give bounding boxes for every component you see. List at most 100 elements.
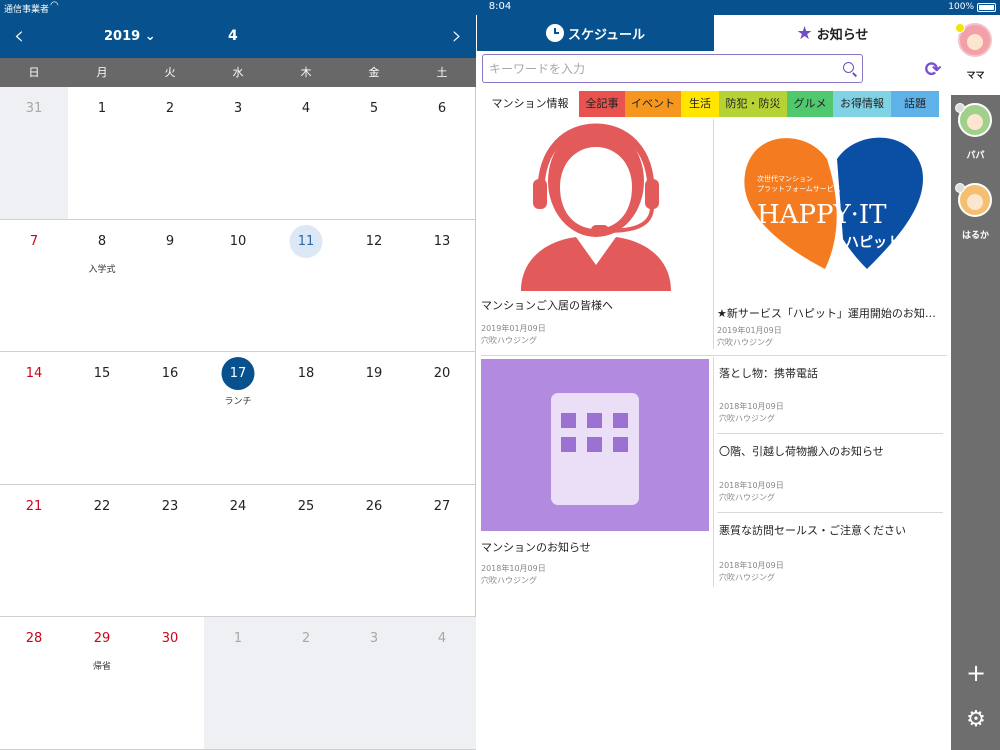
category-tab[interactable]: 防犯・防災 [719,91,787,117]
member-button[interactable]: はるか [951,175,1000,255]
month-label: 4 [228,28,238,44]
calendar-day-cell[interactable]: 27 [408,485,476,617]
day-number: 18 [297,366,315,381]
calendar-day-cell[interactable]: 15 [68,352,136,484]
calendar-day-cell[interactable]: 25 [272,485,340,617]
calendar-day-cell[interactable]: 6 [408,87,476,219]
day-number: 25 [297,498,315,514]
day-number: 15 [93,366,111,381]
member-label: はるか [961,231,989,241]
divider [713,119,714,349]
search-input[interactable] [483,55,823,82]
member-button[interactable]: ママ [951,15,1000,95]
prev-month-chevron-icon[interactable]: ‹ [4,23,34,51]
calendar-day-cell[interactable]: 31 [0,87,68,219]
day-number: 1 [233,631,243,646]
weekday-label: 金 [368,66,380,79]
refresh-icon[interactable]: ⟳ [921,57,945,81]
tab-notice-label: お知らせ [816,27,869,43]
calendar-day-cell[interactable]: 13 [408,220,476,352]
article-title: 悪質な訪問セールス・ご注意ください [719,524,906,537]
article-card[interactable]: 次世代マンション プラットフォームサービス HAPPY·IT ハピット ★新サー… [717,119,947,351]
calendar-day-cell[interactable]: 14 [0,352,68,484]
calendar-day-cell[interactable]: 9 [136,220,204,352]
calendar-day-cell[interactable]: 3 [340,617,408,749]
calendar-day-cell[interactable]: 7 [0,220,68,352]
day-number: 7 [29,233,39,249]
tab-notice[interactable]: ★ お知らせ [714,15,951,51]
year-selector[interactable]: 2019 ⌄ [104,29,156,44]
article-card[interactable]: 〇階、引越し荷物搬入のお知らせ 2018年10月09日 穴吹ハウジング [719,437,945,509]
calendar-week-row: 31 1 2 3 4 5 6 [0,87,476,220]
calendar-day-cell[interactable]: 1 [68,87,136,219]
category-tab[interactable]: 全記事 [579,91,625,117]
article-card[interactable]: 落とし物：携帯電話 2018年10月09日 穴吹ハウジング [719,359,945,431]
day-number: 1 [97,101,107,116]
calendar-day-cell[interactable]: 19 [340,352,408,484]
day-number: 17 [221,357,255,390]
calendar-day-cell[interactable]: 12 [340,220,408,352]
calendar-day-cell[interactable]: 5 [340,87,408,219]
category-tab[interactable]: グルメ [787,91,833,117]
calendar-day-cell[interactable]: 1 [204,617,272,749]
calendar-day-cell[interactable]: 18 [272,352,340,484]
calendar-day-cell[interactable]: 3 [204,87,272,219]
calendar-day-cell[interactable]: 28 [0,617,68,749]
weekday-label: 火 [164,66,176,79]
calendar-event[interactable]: 帰省 [68,659,136,672]
calendar-day-cell[interactable]: 8 入学式 [68,220,136,352]
day-number: 4 [301,101,311,116]
calendar-event[interactable]: ランチ [204,394,272,407]
status-dot-icon [955,103,965,113]
calendar-day-cell[interactable]: 11 [272,220,340,352]
calendar-day-cell[interactable]: 17 ランチ [204,352,272,484]
article-card[interactable]: 悪質な訪問セールス・ご注意ください 2018年10月09日 穴吹ハウジング [719,516,945,588]
tab-schedule[interactable]: スケジュール [477,15,714,51]
category-tab[interactable]: 生活 [681,91,719,117]
weekday-label: 月 [96,66,108,79]
category-tab[interactable]: 話題 [891,91,939,117]
calendar-day-cell[interactable]: 22 [68,485,136,617]
news-panel: スケジュール ★ お知らせ ⟳ マンション情報全記事イベント生活防犯・防災グルメ… [477,15,951,750]
calendar-day-cell[interactable]: 21 [0,485,68,617]
day-number: 10 [229,233,247,249]
clock-time: 8:04 [488,1,512,12]
search-icon[interactable] [843,62,854,73]
calendar-day-cell[interactable]: 2 [136,87,204,219]
day-number: 13 [433,233,451,249]
calendar-day-cell[interactable]: 30 [136,617,204,749]
article-card[interactable]: マンションご入居の皆様へ 2019年01月09日 穴吹ハウジング [481,119,711,351]
calendar-day-cell[interactable]: 29 帰省 [68,617,136,749]
calendar-week-row: 14 15 16 17 ランチ 18 19 20 [0,352,476,485]
calendar-day-cell[interactable]: 10 [204,220,272,352]
day-number: 11 [289,224,323,258]
calendar-week-row: 7 8 入学式 9 10 11 12 13 [0,220,476,352]
calendar-day-cell[interactable]: 23 [136,485,204,617]
article-title: 〇階、引越し荷物搬入のお知らせ [719,445,884,458]
calendar-day-cell[interactable]: 2 [272,617,340,749]
category-tab[interactable]: マンション情報 [481,91,579,117]
calendar-event[interactable]: 入学式 [68,262,136,275]
article-card[interactable]: マンションのお知らせ 2018年10月09日 穴吹ハウジング [481,359,711,591]
calendar-week-row: 21 22 23 24 25 26 27 [0,485,476,617]
day-number: 22 [93,498,111,514]
divider [713,357,714,587]
day-number: 21 [25,498,43,514]
calendar-day-cell[interactable]: 16 [136,352,204,484]
star-icon: ★ [796,22,813,44]
article-title: マンションご入居の皆様へ [481,299,613,312]
article-author: 穴吹ハウジング [481,576,537,585]
calendar-header: ‹ 2019 ⌄ 4 › [0,15,476,58]
calendar-day-cell[interactable]: 26 [340,485,408,617]
calendar-day-cell[interactable]: 4 [408,617,476,749]
next-month-chevron-icon[interactable]: › [442,23,472,51]
gear-icon[interactable]: ⚙ [963,707,989,733]
day-number: 5 [369,101,379,116]
calendar-day-cell[interactable]: 20 [408,352,476,484]
category-tab[interactable]: イベント [625,91,681,117]
calendar-day-cell[interactable]: 24 [204,485,272,617]
category-tab[interactable]: お得情報 [833,91,891,117]
plus-icon[interactable]: + [963,660,989,686]
calendar-day-cell[interactable]: 4 [272,87,340,219]
member-button[interactable]: パパ [951,95,1000,175]
